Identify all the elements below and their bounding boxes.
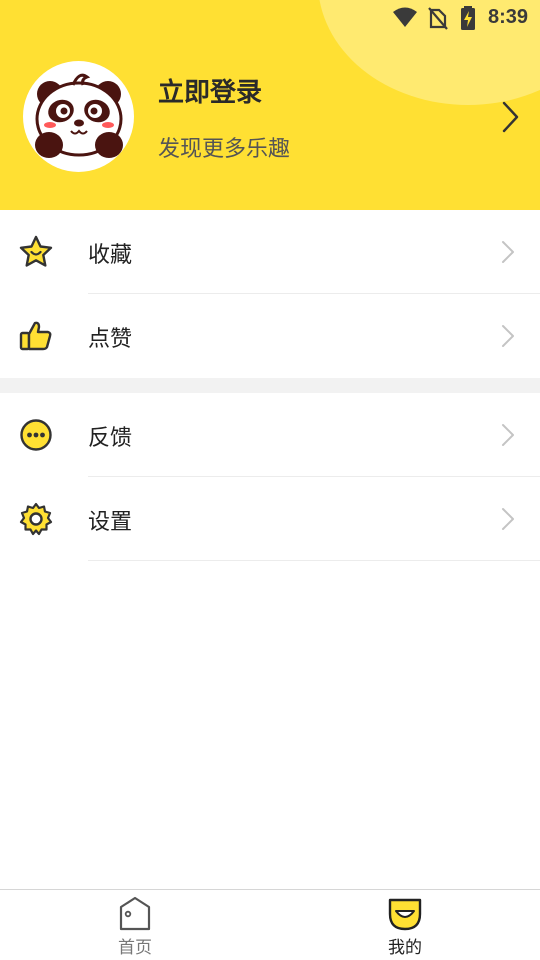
divider <box>88 560 540 561</box>
chevron-right-icon[interactable] <box>497 100 523 134</box>
home-icon <box>119 896 151 931</box>
menu-group-1: 收藏 点赞 <box>0 210 540 378</box>
nav-mine[interactable]: 我的 <box>345 896 465 958</box>
nav-home[interactable]: 首页 <box>75 896 195 958</box>
smile-icon <box>388 898 422 931</box>
menu-item-likes[interactable]: 点赞 <box>0 294 540 378</box>
chevron-right-icon <box>502 325 514 347</box>
gear-icon <box>19 502 53 536</box>
menu-label: 设置 <box>88 510 133 535</box>
login-title[interactable]: 立即登录 <box>158 72 262 109</box>
section-separator <box>0 378 540 393</box>
thumbs-up-icon <box>19 321 52 351</box>
no-sim-icon <box>428 7 448 30</box>
menu-label: 收藏 <box>88 243 133 268</box>
chevron-right-icon <box>502 241 514 263</box>
panda-avatar-icon <box>35 73 123 158</box>
status-bar: 8:39 <box>0 0 540 36</box>
menu-item-settings[interactable]: 设置 <box>0 477 540 561</box>
menu-item-favorites[interactable]: 收藏 <box>0 210 540 294</box>
login-subtitle: 发现更多乐趣 <box>158 137 291 162</box>
menu-label: 点赞 <box>88 327 133 352</box>
bottom-nav: 首页 我的 <box>0 889 540 960</box>
menu-label: 反馈 <box>88 426 133 451</box>
clock: 8:39 <box>487 6 528 28</box>
star-icon <box>19 235 53 267</box>
battery-charging-icon <box>461 6 475 30</box>
feedback-dots-icon <box>20 419 52 451</box>
chevron-right-icon <box>502 508 514 530</box>
chevron-right-icon <box>502 424 514 446</box>
menu-item-feedback[interactable]: 反馈 <box>0 393 540 477</box>
avatar[interactable] <box>23 61 134 172</box>
nav-label: 首页 <box>118 938 152 958</box>
profile-header: 8:39 立即登录 发现更多乐趣 <box>0 0 540 210</box>
nav-label: 我的 <box>388 938 422 958</box>
menu-group-2: 反馈 设置 <box>0 393 540 561</box>
wifi-icon <box>393 7 417 27</box>
